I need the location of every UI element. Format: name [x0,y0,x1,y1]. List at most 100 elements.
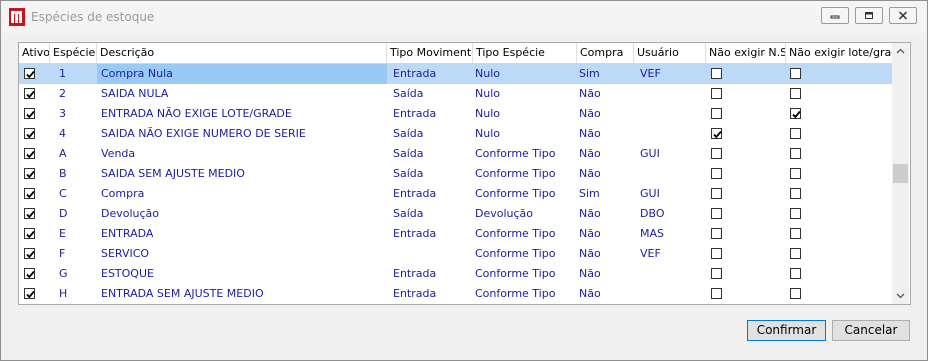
table-row[interactable]: D Devolução Saída Devolução Não DBO [19,204,892,224]
checkbox-nao-exigir-ns[interactable] [711,108,722,119]
checkbox-nao-exigir-lote[interactable] [790,188,801,199]
checkbox-nao-exigir-lote[interactable] [790,168,801,179]
cell-compra[interactable]: Não [579,224,601,244]
cell-especie[interactable]: D [59,204,67,224]
cell-usuario[interactable]: DBO [640,204,664,224]
maximize-button[interactable] [855,7,883,24]
cell-usuario[interactable]: VEF [640,64,661,84]
cell-tipo-movimento[interactable]: Entrada [393,284,436,304]
checkbox-nao-exigir-ns[interactable] [711,128,722,139]
cell-descricao[interactable]: SERVICO [101,244,149,264]
col-header-nao-exigir-lote[interactable]: Não exigir lote/grade [786,43,892,63]
checkbox-nao-exigir-lote[interactable] [790,88,801,99]
checkbox-nao-exigir-ns[interactable] [711,188,722,199]
table-row[interactable]: G ESTOQUE Entrada Conforme Tipo Não [19,264,892,284]
checkbox-ativo[interactable] [24,68,35,79]
col-header-tipo-especie[interactable]: Tipo Espécie [473,43,577,63]
table-row[interactable]: 2 SAIDA NULA Saída Nulo Não [19,84,892,104]
checkbox-nao-exigir-lote[interactable] [790,128,801,139]
table-row[interactable]: H ENTRADA SEM AJUSTE MEDIO Entrada Conforme… [19,284,892,304]
cell-tipo-especie[interactable]: Devolução [475,204,533,224]
cell-descricao[interactable]: SAIDA NÃO EXIGE NUMERO DE SERIE [101,124,306,144]
table-row[interactable]: B SAIDA SEM AJUSTE MEDIO Saída Conforme Tip… [19,164,892,184]
cell-compra[interactable]: Não [579,284,601,304]
cell-especie[interactable]: H [59,284,67,304]
checkbox-ativo[interactable] [24,268,35,279]
cell-tipo-especie[interactable]: Nulo [475,124,500,144]
cell-usuario[interactable]: MAS [640,224,664,244]
cell-especie[interactable]: E [59,224,66,244]
cell-descricao[interactable]: ENTRADA NÃO EXIGE LOTE/GRADE [101,104,292,124]
checkbox-nao-exigir-lote[interactable] [790,268,801,279]
cell-tipo-especie[interactable]: Conforme Tipo [475,224,555,244]
cell-compra[interactable]: Não [579,204,601,224]
checkbox-nao-exigir-ns[interactable] [711,288,722,299]
chevron-up-icon[interactable] [896,48,905,54]
cell-usuario[interactable]: GUI [640,184,660,204]
cell-tipo-movimento[interactable]: Entrada [393,184,436,204]
cell-descricao[interactable]: Compra [101,184,144,204]
cell-usuario[interactable]: GUI [640,144,660,164]
cell-compra[interactable]: Sim [579,64,600,84]
cell-tipo-movimento[interactable]: Saída [393,164,424,184]
cell-tipo-movimento[interactable]: Saída [393,204,424,224]
cell-tipo-movimento[interactable]: Entrada [393,104,436,124]
table-row[interactable]: C Compra Entrada Conforme Tipo Sim GUI [19,184,892,204]
col-header-compra[interactable]: Compra [577,43,634,63]
checkbox-nao-exigir-ns[interactable] [711,148,722,159]
checkbox-nao-exigir-lote[interactable] [790,108,801,119]
table-row[interactable]: A Venda Saída Conforme Tipo Não GUI [19,144,892,164]
checkbox-nao-exigir-lote[interactable] [790,68,801,79]
cell-especie[interactable]: C [59,184,67,204]
cell-especie[interactable]: G [59,264,68,284]
table-row[interactable]: 3 ENTRADA NÃO EXIGE LOTE/GRADE Entrada Nulo… [19,104,892,124]
checkbox-nao-exigir-lote[interactable] [790,148,801,159]
cell-tipo-especie[interactable]: Nulo [475,104,500,124]
cell-descricao[interactable]: Devolução [101,204,159,224]
table-row[interactable]: E ENTRADA Entrada Conforme Tipo Não MAS [19,224,892,244]
col-header-descricao[interactable]: Descrição [97,43,387,63]
cell-descricao[interactable]: Compra Nula [101,64,173,84]
checkbox-nao-exigir-ns[interactable] [711,248,722,259]
minimize-button[interactable] [821,7,849,24]
cell-tipo-especie[interactable]: Conforme Tipo [475,284,555,304]
cell-descricao[interactable]: ENTRADA SEM AJUSTE MEDIO [101,284,264,304]
cell-descricao[interactable]: Venda [101,144,135,164]
cell-compra[interactable]: Sim [579,184,600,204]
cell-especie[interactable]: 2 [59,84,66,104]
checkbox-ativo[interactable] [24,288,35,299]
cell-especie[interactable]: 4 [59,124,66,144]
col-header-tipo-movimento[interactable]: Tipo Movimento [387,43,473,63]
cell-usuario[interactable]: VEF [640,244,661,264]
checkbox-nao-exigir-lote[interactable] [790,288,801,299]
cell-tipo-movimento[interactable]: Entrada [393,224,436,244]
table-row[interactable]: 4 SAIDA NÃO EXIGE NUMERO DE SERIE Saída Nul… [19,124,892,144]
table-row[interactable]: F SERVICO Conforme Tipo Não VEF [19,244,892,264]
cell-especie[interactable]: 1 [59,64,66,84]
cell-tipo-especie[interactable]: Conforme Tipo [475,244,555,264]
confirm-button[interactable]: Confirmar [747,320,826,341]
cell-compra[interactable]: Não [579,84,601,104]
cell-compra[interactable]: Não [579,144,601,164]
cell-descricao[interactable]: ESTOQUE [101,264,154,284]
cell-tipo-especie[interactable]: Conforme Tipo [475,184,555,204]
scrollbar-thumb[interactable] [893,164,908,183]
col-header-especie[interactable]: Espécie [50,43,97,63]
cancel-button[interactable]: Cancelar [832,320,910,341]
cell-tipo-especie[interactable]: Nulo [475,84,500,104]
checkbox-ativo[interactable] [24,188,35,199]
checkbox-ativo[interactable] [24,168,35,179]
cell-compra[interactable]: Não [579,244,601,264]
checkbox-ativo[interactable] [24,88,35,99]
cell-tipo-especie[interactable]: Conforme Tipo [475,264,555,284]
table-row[interactable]: 1 Compra Nula Entrada Nulo Sim VEF [19,64,892,84]
cell-compra[interactable]: Não [579,264,601,284]
cell-tipo-movimento[interactable]: Saída [393,84,424,104]
cell-especie[interactable]: A [59,144,67,164]
cell-compra[interactable]: Não [579,124,601,144]
checkbox-ativo[interactable] [24,248,35,259]
cell-especie[interactable]: B [59,164,67,184]
cell-especie[interactable]: F [59,244,65,264]
checkbox-ativo[interactable] [24,108,35,119]
close-button[interactable] [889,7,917,24]
